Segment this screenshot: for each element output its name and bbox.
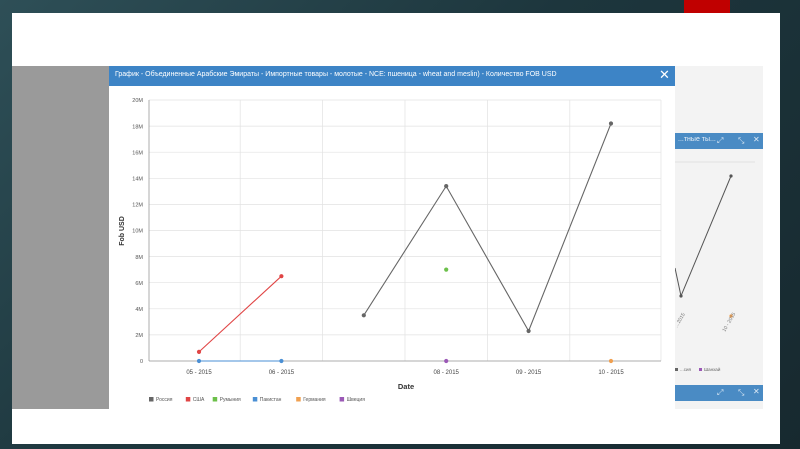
- background-legend-label: Шанхай: [704, 366, 721, 372]
- expand-icon[interactable]: ⤢: [717, 388, 723, 398]
- legend-label: Пакистан: [260, 397, 282, 403]
- chart-grid: [149, 99, 662, 362]
- data-point: [608, 121, 614, 126]
- data-point: [196, 349, 202, 354]
- dialog-titlebar[interactable]: График - Объединенные Арабские Эмираты -…: [109, 66, 675, 86]
- y-tick-label: 4M: [135, 307, 143, 313]
- legend-swatch: [149, 397, 154, 402]
- expand-icon[interactable]: ⤢: [717, 136, 723, 146]
- red-accent-bar: [684, 0, 730, 13]
- background-legend-swatch: [675, 368, 678, 371]
- background-tick-label: 10 - 2015: [722, 312, 738, 333]
- close-icon[interactable]: ✕: [753, 387, 760, 396]
- legend-label: США: [193, 397, 205, 403]
- y-tick-label: 14M: [132, 177, 143, 183]
- close-icon[interactable]: ✕: [659, 67, 670, 83]
- collapse-icon[interactable]: ⤡: [738, 136, 744, 146]
- y-tick-label: 0: [140, 359, 143, 365]
- background-point: [729, 174, 733, 178]
- data-point: [444, 358, 449, 364]
- y-axis-label: Fob USD: [119, 216, 126, 246]
- chart-legend: Россия США Румыния Пакистан Германия Швеция: [149, 397, 365, 403]
- y-tick-label: 6M: [135, 281, 143, 287]
- data-point: [444, 184, 449, 189]
- data-point: [608, 358, 614, 364]
- background-legend-swatch: [699, 368, 702, 371]
- background-window-title: ...тные ты...: [678, 136, 716, 143]
- close-icon[interactable]: ✕: [753, 135, 760, 144]
- legend-swatch: [339, 397, 345, 402]
- x-tick-label: 08 - 2015: [434, 370, 460, 376]
- background-point: [679, 294, 683, 298]
- background-tick-label: …2015: [675, 312, 687, 329]
- x-tick-label: 09 - 2015: [516, 370, 542, 376]
- background-chart: …2015 10 - 2015 ...сия Шанхай: [675, 161, 755, 372]
- legend-swatch: [296, 397, 301, 402]
- collapse-icon[interactable]: ⤡: [738, 388, 744, 398]
- data-point: [279, 358, 284, 364]
- y-tick-label: 18M: [132, 124, 143, 130]
- y-tick-label: 10M: [132, 229, 143, 235]
- x-tick-label: 06 - 2015: [269, 370, 295, 376]
- legend-label: Швеция: [347, 397, 366, 403]
- y-tick-label: 8M: [135, 255, 143, 261]
- data-point: [361, 313, 366, 318]
- background-legend-label: ...сия: [680, 367, 692, 372]
- data-point: [526, 328, 531, 334]
- x-tick-label: 05 - 2015: [186, 370, 212, 376]
- legend-label: Германия: [303, 397, 326, 403]
- x-tick-label: 10 - 2015: [598, 370, 624, 376]
- legend-label: Россия: [156, 397, 173, 403]
- y-tick-label: 2M: [135, 333, 143, 339]
- chart-dialog: График - Объединенные Арабские Эмираты -…: [109, 66, 675, 409]
- line-chart: 0 2M 4M 6M 8M 10M 12M 14M 16M 18M 20M 05 - 2015 06 -…: [119, 98, 662, 403]
- chart-axes: 0 2M 4M 6M 8M 10M 12M 14M 16M 18M 20M 05 - 2015 06 -…: [132, 98, 661, 376]
- data-point: [196, 358, 202, 364]
- y-tick-label: 12M: [132, 203, 143, 209]
- background-series-line: [675, 175, 732, 298]
- data-point: [444, 267, 449, 272]
- x-axis-label: Date: [398, 382, 414, 391]
- y-tick-label: 16M: [132, 150, 143, 156]
- y-tick-label: 20M: [132, 98, 143, 104]
- legend-swatch: [212, 397, 218, 402]
- legend-swatch: [252, 397, 258, 402]
- legend-swatch: [185, 397, 191, 402]
- legend-label: Румыния: [220, 397, 241, 403]
- data-point: [279, 274, 284, 279]
- dialog-title: График - Объединенные Арабские Эмираты -…: [115, 71, 557, 78]
